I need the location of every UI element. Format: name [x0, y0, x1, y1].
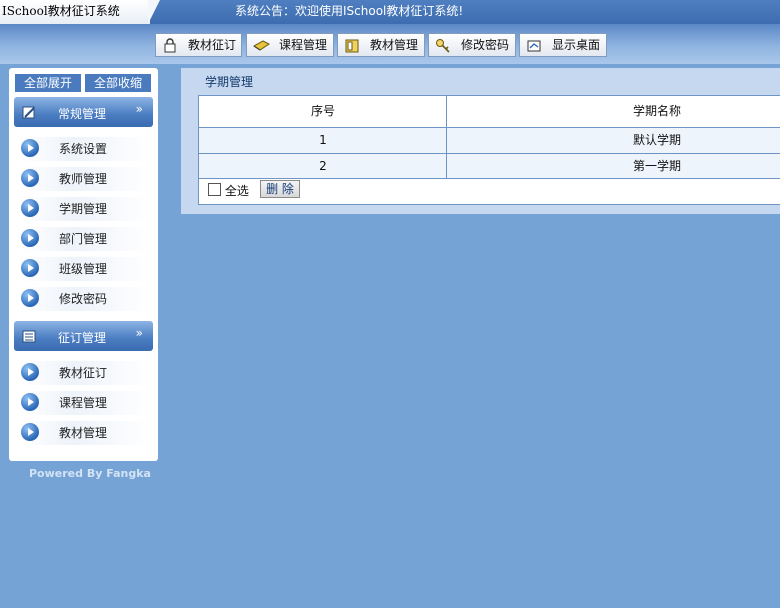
play-bullet-icon	[21, 199, 39, 217]
page-title: 学期管理	[205, 75, 254, 89]
lock-icon	[162, 38, 178, 53]
chevron-double-right-icon: »	[135, 326, 143, 340]
column-divider	[446, 96, 447, 178]
sidebar-item-label: 课程管理	[59, 396, 108, 410]
play-bullet-icon	[21, 363, 39, 381]
cell-term-name: 第一学期	[632, 159, 681, 173]
powered-by: Powered By Fangka	[29, 467, 151, 480]
delete-button[interactable]: 删 除	[260, 180, 300, 198]
sidebar-item-label: 教材管理	[59, 426, 108, 440]
cell-index: 1	[319, 133, 327, 147]
play-bullet-icon	[21, 289, 39, 307]
sidebar-item-label: 系统设置	[59, 142, 108, 156]
chevron-double-right-icon: »	[135, 102, 143, 116]
sidebar-item-label: 部门管理	[59, 232, 108, 246]
app-title: ISchool教材征订系统	[0, 0, 150, 24]
top-bar: ISchool教材征订系统 系统公告：欢迎使用ISchool教材征订系统!	[0, 0, 780, 24]
title-tab-edge	[148, 0, 160, 24]
key-icon	[435, 38, 451, 53]
cell-index: 2	[319, 159, 327, 173]
sidebar-item-system-settings[interactable]: 系统设置	[21, 137, 151, 161]
table-row[interactable]: 1 默认学期	[199, 128, 780, 153]
toolbar-textbook-label: 教材管理	[370, 38, 419, 52]
group-order-header[interactable]: 征订管理 »	[14, 321, 153, 351]
book-icon	[344, 38, 360, 53]
select-all-label: 全选	[224, 184, 249, 198]
toolbar-password-button[interactable]: 修改密码	[428, 33, 516, 57]
settings-icon	[22, 105, 36, 119]
sidebar-item-label: 教材征订	[59, 366, 108, 380]
sidebar-item-label: 学期管理	[59, 202, 108, 216]
system-notice: 系统公告：欢迎使用ISchool教材征订系统!	[235, 4, 464, 18]
toolbar-course-button[interactable]: 课程管理	[246, 33, 334, 57]
sidebar-item-label: 教师管理	[59, 172, 108, 186]
table-footer: 全选 删 除	[208, 180, 300, 199]
toolbar-order-label: 教材征订	[188, 38, 237, 52]
list-icon	[22, 329, 36, 343]
play-bullet-icon	[21, 139, 39, 157]
play-bullet-icon	[21, 229, 39, 247]
desktop-icon	[526, 38, 542, 52]
cell-term-name: 默认学期	[632, 133, 681, 147]
group-order-label: 征订管理	[58, 331, 107, 345]
sidebar-item-change-password[interactable]: 修改密码	[21, 287, 151, 311]
column-header-index: 序号	[310, 104, 335, 118]
sidebar: 全部展开 全部收缩 常规管理 » 系统设置 教师管理 学期管理 部门管理 班级管…	[9, 68, 158, 461]
toolbar-order-button[interactable]: 教材征订	[155, 33, 242, 57]
sidebar-item-teachers[interactable]: 教师管理	[21, 167, 151, 191]
play-bullet-icon	[21, 259, 39, 277]
play-bullet-icon	[21, 169, 39, 187]
term-table: 序号 学期名称 1 默认学期 2 第一学期 全选 删 除	[198, 95, 780, 205]
toolbar-desktop-label: 显示桌面	[552, 38, 601, 52]
sidebar-item-courses[interactable]: 课程管理	[21, 391, 151, 415]
table-header-row: 序号 学期名称	[199, 96, 780, 127]
toolbar-textbook-button[interactable]: 教材管理	[337, 33, 425, 57]
sidebar-item-label: 班级管理	[59, 262, 108, 276]
sidebar-item-departments[interactable]: 部门管理	[21, 227, 151, 251]
table-row[interactable]: 2 第一学期	[199, 154, 780, 178]
toolbar-password-label: 修改密码	[461, 38, 510, 52]
sidebar-item-textbooks[interactable]: 教材管理	[21, 421, 151, 445]
sidebar-item-textbook-order[interactable]: 教材征订	[21, 361, 151, 385]
table-divider	[199, 178, 780, 179]
group-routine-header[interactable]: 常规管理 »	[14, 97, 153, 127]
toolbar-desktop-button[interactable]: 显示桌面	[519, 33, 607, 57]
collapse-all-button[interactable]: 全部收缩	[85, 74, 151, 92]
pencil-icon	[253, 38, 270, 52]
column-header-term-name: 学期名称	[632, 104, 681, 118]
group-routine-label: 常规管理	[58, 107, 107, 121]
play-bullet-icon	[21, 393, 39, 411]
toolbar-course-label: 课程管理	[279, 38, 328, 52]
select-all-checkbox[interactable]	[208, 183, 221, 196]
sidebar-item-classes[interactable]: 班级管理	[21, 257, 151, 281]
sidebar-item-terms[interactable]: 学期管理	[21, 197, 151, 221]
sidebar-item-label: 修改密码	[59, 292, 108, 306]
expand-all-button[interactable]: 全部展开	[15, 74, 81, 92]
toolbar: 教材征订 课程管理 教材管理 修改密码 显示桌面	[0, 24, 780, 64]
play-bullet-icon	[21, 423, 39, 441]
main-panel: 学期管理 序号 学期名称 1 默认学期 2 第一学期 全选 删 除	[181, 68, 780, 214]
